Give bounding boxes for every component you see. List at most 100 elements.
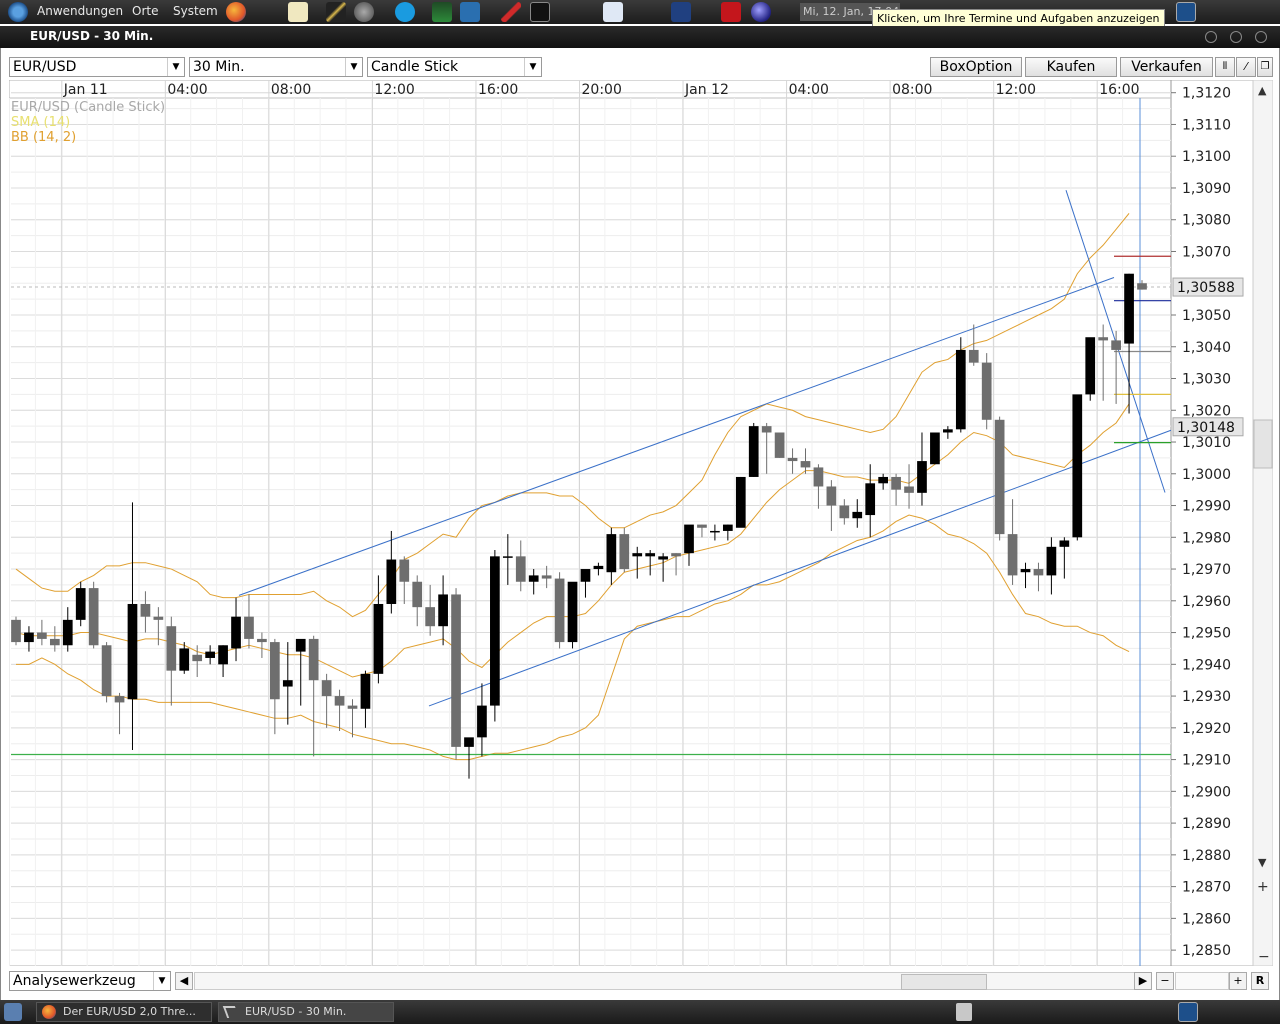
chart-background xyxy=(9,80,1273,966)
time-tick-label: 12:00 xyxy=(996,82,1036,98)
maximize-button[interactable] xyxy=(1230,31,1242,43)
candle-body xyxy=(490,556,500,706)
candle-body xyxy=(1007,534,1018,576)
price-tick-label: 1,2860 xyxy=(1182,911,1231,927)
task-chart-window[interactable]: EUR/USD - 30 Min. xyxy=(218,1002,394,1022)
minimize-button[interactable] xyxy=(1205,31,1217,43)
draw-line-icon[interactable]: ⁄ xyxy=(1236,57,1256,77)
candle-body xyxy=(930,432,940,465)
price-tick-label: 1,2880 xyxy=(1182,848,1231,864)
firefox-icon[interactable] xyxy=(226,2,246,22)
candle-body xyxy=(257,638,267,643)
candle-body xyxy=(295,638,306,652)
reset-button[interactable]: R xyxy=(1251,972,1269,990)
notes-icon[interactable] xyxy=(288,2,308,22)
trash-icon[interactable] xyxy=(956,1003,972,1021)
window-titlebar[interactable]: EUR/USD - 30 Min. xyxy=(0,26,1280,48)
candle-body xyxy=(114,696,125,703)
candle-body xyxy=(981,362,992,420)
pin-tool-icon[interactable] xyxy=(501,2,521,22)
headphones-icon[interactable] xyxy=(354,2,374,22)
price-tick-label: 1,3000 xyxy=(1182,467,1231,483)
task-firefox[interactable]: Der EUR/USD 2,0 Thre... xyxy=(36,1002,212,1022)
terminal-icon[interactable] xyxy=(530,2,550,22)
skype-icon[interactable] xyxy=(395,2,415,22)
price-label: 1,30588 xyxy=(1177,280,1235,296)
candle-body xyxy=(451,594,461,747)
candle-body xyxy=(1033,569,1044,576)
price-tick-label: 1,2950 xyxy=(1182,626,1231,642)
show-desktop-icon[interactable] xyxy=(4,1003,22,1021)
symbol-select[interactable]: EUR/USD ▼ xyxy=(9,57,185,77)
bars-tool-icon[interactable]: ⫴ xyxy=(1215,57,1235,77)
workspace-switcher-icon[interactable] xyxy=(1178,1002,1198,1022)
sell-button[interactable]: Verkaufen xyxy=(1120,57,1213,77)
time-tick-label: 12:00 xyxy=(374,82,414,98)
scroll-thumb[interactable] xyxy=(901,974,987,990)
scroll-left-button[interactable]: ◀ xyxy=(175,972,193,990)
candle-body xyxy=(477,705,487,738)
boxoption-button[interactable]: BoxOption xyxy=(930,57,1022,77)
firefox-icon xyxy=(42,1005,56,1019)
candle-body xyxy=(722,524,733,531)
candle-body xyxy=(891,476,901,490)
candle-body xyxy=(1124,273,1134,344)
chart-tool-icon[interactable] xyxy=(460,2,480,22)
chevron-down-icon[interactable]: ▼ xyxy=(153,972,170,990)
candle-body xyxy=(787,457,798,462)
globe-icon[interactable] xyxy=(751,2,771,22)
zoom-in-button[interactable]: + xyxy=(1229,972,1247,990)
gnome-foot-icon[interactable] xyxy=(8,2,28,22)
price-tick-label: 1,3010 xyxy=(1182,435,1231,451)
scroll-right-button[interactable]: ▶ xyxy=(1134,972,1152,990)
candle-body xyxy=(37,632,47,639)
menu-places[interactable]: Orte xyxy=(132,4,158,18)
price-tick-label: 1,3090 xyxy=(1182,181,1231,197)
time-tick-label: 16:00 xyxy=(478,82,518,98)
candle-body xyxy=(11,619,21,643)
candle-body xyxy=(554,578,565,643)
candle-body xyxy=(1085,337,1096,395)
candle-body xyxy=(1020,569,1031,573)
menu-applications[interactable]: Anwendungen xyxy=(37,4,123,18)
candle-body xyxy=(826,486,837,506)
chart-type-select[interactable]: Candle Stick ▼ xyxy=(367,57,542,77)
fx-news-icon[interactable] xyxy=(671,2,691,22)
price-tick-label: 1,2930 xyxy=(1182,689,1231,705)
detach-window-icon[interactable]: ❐ xyxy=(1257,57,1273,77)
price-tick-label: 1,3050 xyxy=(1182,308,1231,324)
interval-select[interactable]: 30 Min. ▼ xyxy=(189,57,363,77)
candle-body xyxy=(748,426,759,477)
time-tick-label: Jan 12 xyxy=(684,82,729,98)
candle-body xyxy=(1098,337,1109,341)
system-monitor-icon[interactable] xyxy=(432,2,452,22)
time-tick-label: 20:00 xyxy=(582,82,622,98)
price-label: 1,30148 xyxy=(1177,420,1235,436)
filezilla-icon[interactable] xyxy=(721,2,741,22)
menu-system[interactable]: System xyxy=(173,4,218,18)
chevron-down-icon[interactable]: ▼ xyxy=(167,58,184,76)
zoom-slider[interactable] xyxy=(1175,972,1229,990)
close-button[interactable] xyxy=(1255,31,1267,43)
analysis-tool-select[interactable]: Analysewerkzeug ▼ xyxy=(9,971,171,991)
candle-body xyxy=(179,648,190,671)
zoom-out-button[interactable]: − xyxy=(1156,972,1174,990)
horizontal-scrollbar[interactable] xyxy=(194,972,1140,990)
network-icon[interactable] xyxy=(1176,2,1196,22)
chevron-down-icon[interactable]: ▼ xyxy=(345,58,362,76)
price-tick-label: 1,3040 xyxy=(1182,340,1231,356)
candle-body xyxy=(75,588,86,620)
pen-tool-icon[interactable] xyxy=(326,2,346,22)
time-tick-label: 04:00 xyxy=(167,82,207,98)
candle-body xyxy=(282,680,293,687)
buy-button[interactable]: Kaufen xyxy=(1025,57,1117,77)
trading-chart-icon[interactable] xyxy=(603,2,623,22)
candle-body xyxy=(567,581,578,643)
vertical-scrollbar xyxy=(1252,80,1273,966)
price-tick-label: 1,2970 xyxy=(1182,562,1231,578)
price-chart[interactable]: Jan 11 04:00 08:00 12:00 16:00 20:00 Jan 12 04:… xyxy=(9,80,1273,966)
candle-body xyxy=(334,696,345,706)
task-chart-label: EUR/USD - 30 Min. xyxy=(245,1005,347,1018)
chevron-down-icon[interactable]: ▼ xyxy=(524,58,541,76)
candle-body xyxy=(244,616,254,639)
